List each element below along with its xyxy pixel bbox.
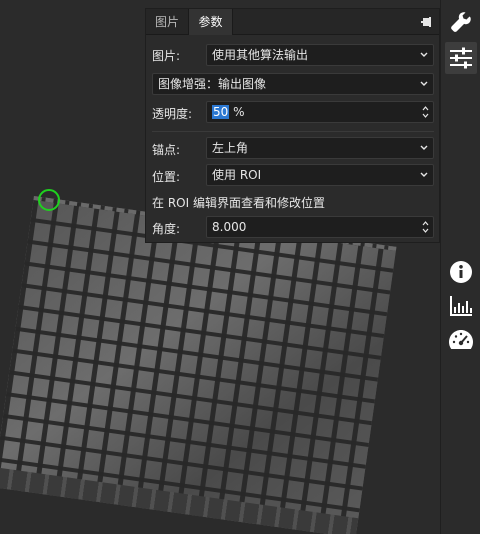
- spin-arrows-icon[interactable]: [422, 104, 429, 120]
- info-icon[interactable]: [445, 256, 477, 288]
- opacity-spinbox[interactable]: 50 %: [206, 101, 434, 123]
- spin-arrows-icon[interactable]: [422, 219, 429, 235]
- opacity-number: 50: [212, 105, 230, 119]
- sliders-icon[interactable]: [445, 42, 477, 74]
- angle-value: 8.000: [212, 220, 247, 234]
- position-label: 位置:: [152, 170, 181, 184]
- image-source-label: 图片:: [152, 49, 181, 63]
- speedometer-icon[interactable]: [445, 324, 477, 356]
- divider: [152, 131, 434, 132]
- chevron-down-icon: [420, 52, 428, 57]
- wrench-icon[interactable]: [445, 6, 477, 38]
- wafer-die-image: [0, 196, 397, 534]
- angle-label: 角度:: [152, 222, 181, 236]
- chevron-down-icon: [420, 81, 428, 86]
- opacity-label: 透明度:: [152, 107, 193, 121]
- right-toolbar: [440, 0, 480, 534]
- chevron-down-icon: [420, 172, 428, 177]
- chevron-down-icon: [420, 145, 428, 150]
- pin-icon[interactable]: [419, 15, 433, 29]
- anchor-dropdown[interactable]: 左上角: [206, 137, 434, 159]
- anchor-marker[interactable]: [38, 189, 60, 211]
- anchor-value: 左上角: [212, 141, 249, 155]
- enhancement-value: 图像增强：输出图像: [158, 77, 267, 91]
- tab-params[interactable]: 参数: [188, 9, 233, 35]
- position-dropdown[interactable]: 使用 ROI: [206, 164, 434, 186]
- histogram-icon[interactable]: [445, 290, 477, 322]
- image-source-value: 使用其他算法输出: [212, 48, 309, 62]
- roi-hint: 在 ROI 编辑界面查看和修改位置: [152, 196, 325, 210]
- anchor-label: 锚点:: [152, 143, 181, 157]
- panel-tab-bar: 图片 参数: [146, 9, 439, 35]
- image-source-dropdown[interactable]: 使用其他算法输出: [206, 44, 434, 66]
- position-value: 使用 ROI: [212, 168, 262, 182]
- opacity-unit: %: [229, 105, 245, 119]
- angle-spinbox[interactable]: 8.000: [206, 216, 434, 238]
- tab-image[interactable]: 图片: [146, 9, 188, 35]
- properties-panel: 图片 参数 图片: 使用其他算法输出 图像增强：输出图像 透明度: 50 % 锚…: [145, 8, 440, 243]
- enhancement-dropdown[interactable]: 图像增强：输出图像: [152, 73, 434, 95]
